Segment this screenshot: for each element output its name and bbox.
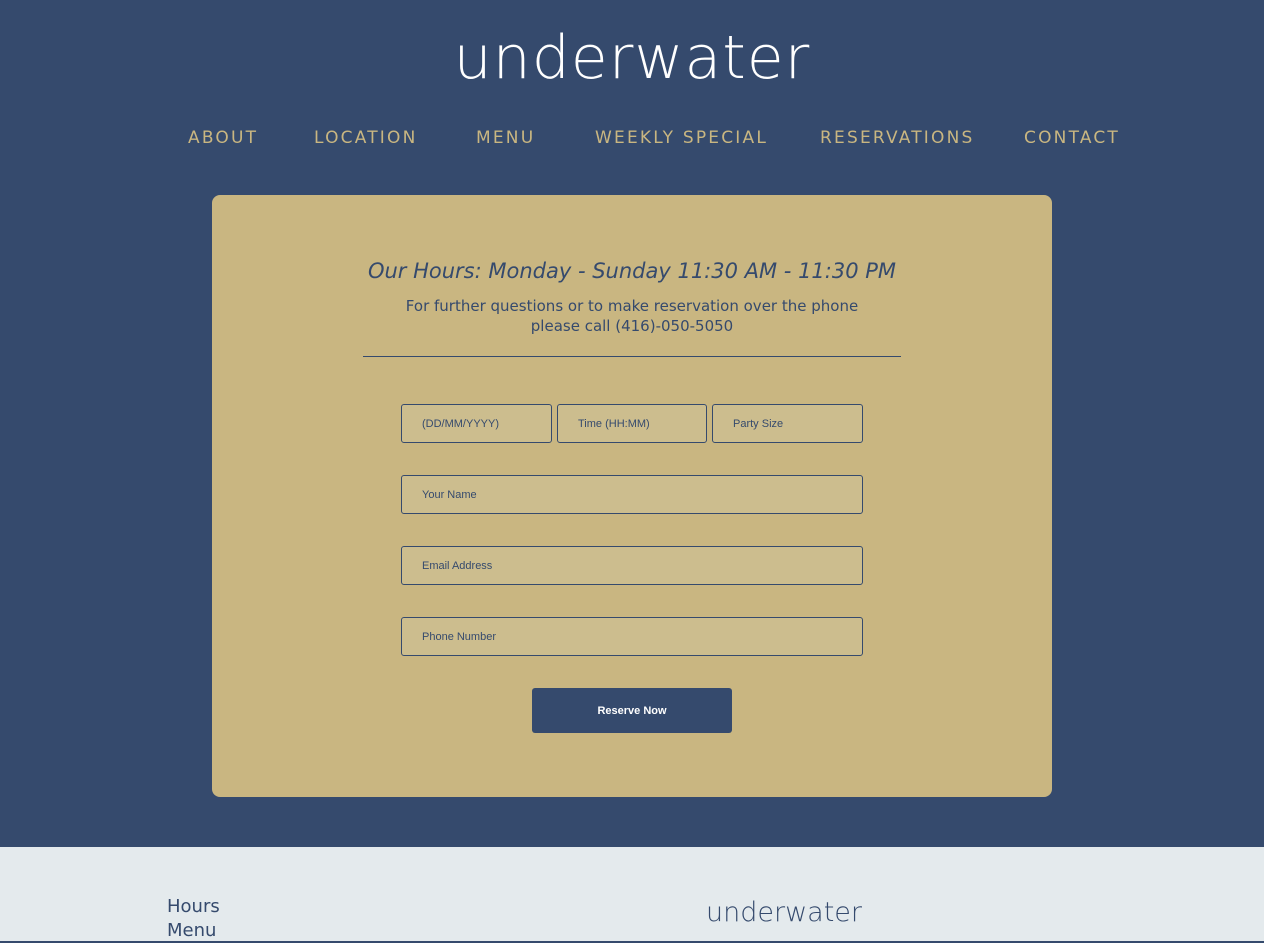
party-size-input[interactable] (712, 404, 863, 443)
main-nav: ABOUT LOCATION MENU WEEKLY SPECIAL RESER… (0, 126, 1264, 152)
footer-logo[interactable]: underwater (706, 895, 862, 931)
phone-note-line-2: please call (416)-050-5050 (530, 317, 734, 335)
nav-item-menu[interactable]: MENU (476, 126, 535, 150)
footer-link-menu[interactable]: Menu (167, 919, 216, 943)
divider (363, 356, 901, 357)
footer-link-hours[interactable]: Hours (167, 895, 220, 919)
hours-title: Our Hours: Monday - Sunday 11:30 AM - 11… (367, 259, 897, 283)
phone-note-line-1: For further questions or to make reserva… (405, 297, 859, 315)
page-footer: Hours Menu underwater (0, 847, 1264, 941)
reserve-now-button[interactable]: Reserve Now (532, 688, 732, 733)
site-logo[interactable]: underwater (0, 18, 1264, 98)
nav-item-reservations[interactable]: RESERVATIONS (820, 126, 975, 150)
phone-note: For further questions or to make reserva… (0, 296, 1264, 336)
nav-item-about[interactable]: ABOUT (188, 126, 258, 150)
nav-item-location[interactable]: LOCATION (314, 126, 418, 150)
nav-item-weekly-special[interactable]: WEEKLY SPECIAL (595, 126, 768, 150)
name-input[interactable] (401, 475, 863, 514)
phone-input[interactable] (401, 617, 863, 656)
nav-item-contact[interactable]: CONTACT (1024, 126, 1120, 150)
email-input[interactable] (401, 546, 863, 585)
time-input[interactable] (557, 404, 707, 443)
date-input[interactable] (401, 404, 552, 443)
